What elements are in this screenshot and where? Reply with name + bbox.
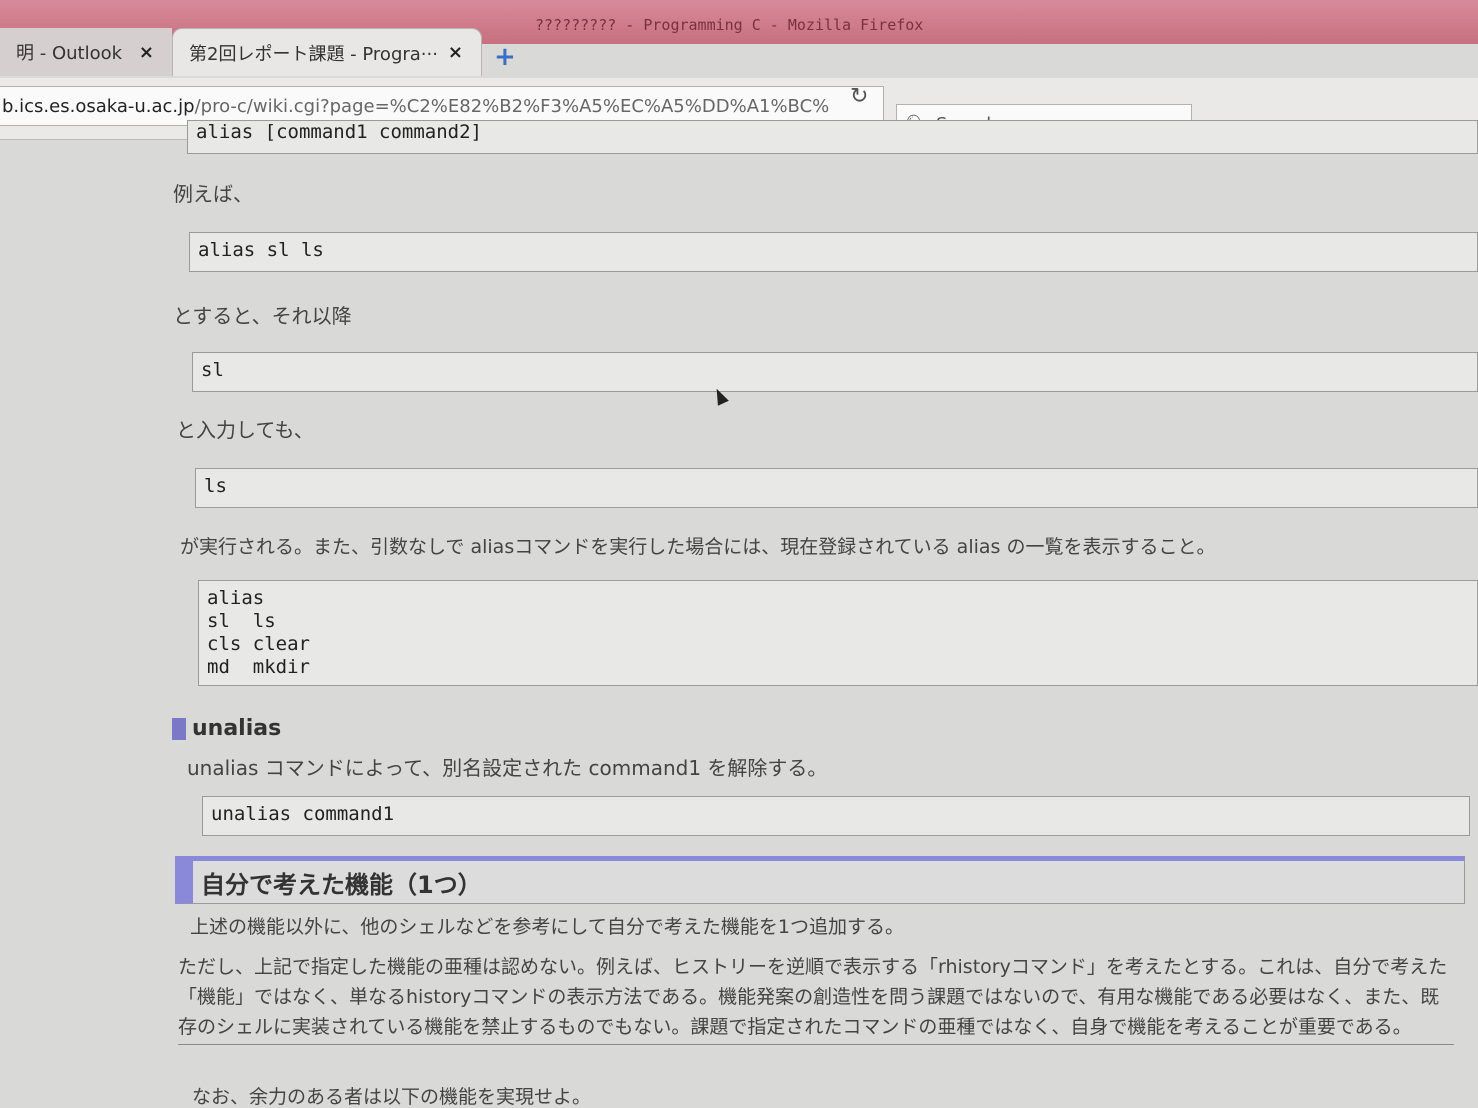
code-block-alias-syntax: alias [command1 command2] (187, 120, 1478, 154)
code-block-alias-list: alias sl ls cls clear md mkdir (198, 580, 1478, 686)
tab-report[interactable]: 第2回レポート課題 - Progra··· × (172, 28, 482, 76)
code-block-ls: ls (195, 468, 1478, 508)
heading-unalias-text: unalias (192, 716, 282, 741)
paragraph-own-feature: 上述の機能以外に、他のシェルなどを参考にして自分で考えた機能を1つ追加する。 (190, 916, 904, 938)
tab-strip: 明 - Outlook × 第2回レポート課題 - Progra··· × + (0, 22, 1478, 78)
heading-own-feature: 自分で考えた機能（1つ） (175, 856, 1465, 904)
reload-icon[interactable]: ↻ (850, 84, 868, 109)
paragraph-extra: なお、余力のある者は以下の機能を実現せよ。 (192, 1086, 592, 1108)
paragraph-note: ただし、上記で指定した機能の亜種は認めない。例えば、ヒストリーを逆順で表示する「… (178, 956, 1448, 1038)
tab-label: 第2回レポート課題 - Progra··· (189, 43, 438, 65)
paragraph-input: と入力しても、 (176, 418, 314, 442)
tab-label: 明 - Outlook (16, 43, 123, 64)
url-text[interactable]: b.ics.es.osaka-u.ac.jp/pro-c/wiki.cgi?pa… (0, 96, 830, 117)
paragraph-then: とすると、それ以降 (173, 304, 352, 328)
close-icon[interactable]: × (139, 42, 154, 63)
url-host: b.ics.es.osaka-u.ac.jp (2, 95, 195, 117)
close-icon[interactable]: × (448, 42, 463, 63)
new-tab-plus-icon[interactable]: + (494, 42, 516, 72)
paragraph-example: 例えば、 (173, 182, 253, 206)
paragraph-unalias: unalias コマンドによって、別名設定された command1 を解除する。 (187, 756, 828, 780)
code-block-unalias: unalias command1 (202, 796, 1470, 836)
heading-own-feature-text: 自分で考えた機能（1つ） (201, 870, 482, 899)
code-block-alias-sl: alias sl ls (189, 232, 1478, 272)
paragraph-executed: が実行される。また、引数なしで aliasコマンドを実行した場合には、現在登録さ… (180, 536, 1216, 558)
url-path: /pro-c/wiki.cgi?page=%C2%E82%B2%F3%A5%EC… (194, 95, 830, 117)
heading-unalias: unalias (172, 716, 281, 741)
page-content: alias [command1 command2] 例えば、 alias sl … (0, 120, 1478, 1108)
code-block-sl: sl (192, 352, 1478, 392)
tab-outlook[interactable]: 明 - Outlook × (0, 28, 172, 76)
horizontal-divider (178, 1044, 1454, 1045)
heading-accent-bar (172, 717, 186, 740)
